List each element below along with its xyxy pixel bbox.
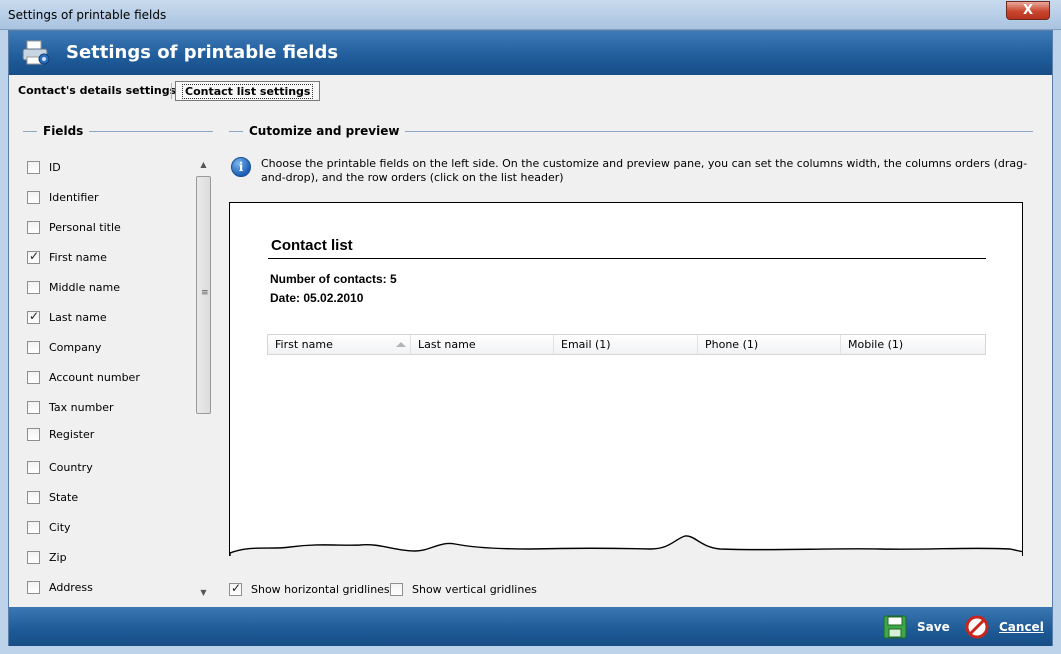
sheet-title-rule — [268, 258, 986, 259]
field-item[interactable]: State — [27, 487, 78, 507]
field-label: State — [49, 490, 79, 504]
field-item[interactable]: Middle name — [27, 277, 120, 297]
close-icon: X — [1022, 3, 1034, 18]
sheet-contact-count: Number of contacts: 5 — [270, 272, 397, 286]
info-text: Choose the printable fields on the left … — [261, 157, 1028, 184]
field-checkbox[interactable] — [27, 370, 40, 384]
printer-settings-icon — [22, 40, 50, 65]
field-checkbox[interactable] — [27, 580, 40, 594]
field-checkbox[interactable] — [27, 220, 40, 234]
field-item[interactable]: Identifier — [27, 187, 99, 207]
cancel-icon — [965, 615, 989, 639]
field-checkbox[interactable] — [27, 550, 40, 564]
field-label: City — [49, 520, 71, 534]
field-item[interactable]: Company — [27, 337, 101, 357]
scroll-down-arrow-icon[interactable]: ▼ — [195, 585, 212, 601]
column-header-first-name[interactable]: First name — [268, 335, 411, 354]
window-titlebar: Settings of printable fields X — [0, 0, 1061, 30]
sheet-date: Date: 05.02.2010 — [270, 291, 364, 305]
preview-sheet: Contact list Number of contacts: 5 Date:… — [229, 202, 1023, 556]
field-label: Address — [49, 580, 93, 594]
vertical-gridlines-label: Show vertical gridlines — [412, 582, 537, 596]
field-item[interactable]: Zip — [27, 547, 67, 567]
column-label: Email (1) — [561, 338, 611, 351]
tab-separator — [171, 83, 172, 99]
torn-paper-edge — [230, 535, 1022, 556]
vertical-gridlines-option[interactable]: Show vertical gridlines — [390, 580, 537, 598]
tab-contact-list-settings[interactable]: Contact list settings — [175, 81, 321, 101]
field-label: Company — [49, 340, 102, 354]
field-label: Tax number — [49, 400, 114, 414]
preview-list-header: First name Last name Email (1) Phone (1)… — [267, 334, 986, 355]
sheet-title: Contact list — [271, 237, 353, 254]
field-item[interactable]: ID — [27, 157, 61, 177]
save-icon — [883, 615, 907, 639]
cancel-label: Cancel — [999, 620, 1044, 634]
fields-scrollbar[interactable]: ▲ ≡ ▼ — [195, 157, 212, 601]
field-item[interactable]: Tax number — [27, 397, 114, 417]
field-label: Register — [49, 427, 95, 441]
dialog-header: Settings of printable fields — [9, 31, 1052, 75]
sort-ascending-icon — [396, 342, 406, 347]
fields-list: ID Identifier Personal title First name Midd… — [23, 157, 199, 601]
vertical-gridlines-checkbox[interactable] — [390, 582, 403, 596]
field-checkbox[interactable] — [27, 520, 40, 534]
column-header-last-name[interactable]: Last name — [411, 335, 554, 354]
column-header-phone[interactable]: Phone (1) — [698, 335, 841, 354]
horizontal-gridlines-label: Show horizontal gridlines — [251, 582, 390, 596]
field-label: Country — [49, 460, 93, 474]
field-item[interactable]: First name — [27, 247, 107, 267]
horizontal-gridlines-checkbox[interactable] — [229, 581, 242, 596]
field-label: First name — [49, 250, 107, 264]
field-checkbox[interactable] — [27, 340, 40, 354]
field-item[interactable]: Last name — [27, 307, 107, 327]
window-title: Settings of printable fields — [8, 8, 167, 22]
column-label: Phone (1) — [705, 338, 759, 351]
field-label: ID — [49, 160, 61, 174]
info-icon: i — [231, 157, 251, 177]
save-button[interactable]: Save — [883, 614, 950, 640]
column-header-email[interactable]: Email (1) — [554, 335, 698, 354]
column-label: First name — [275, 338, 333, 351]
cancel-button[interactable]: Cancel — [965, 614, 1044, 640]
horizontal-gridlines-option[interactable]: Show horizontal gridlines — [229, 580, 390, 598]
field-label: Middle name — [49, 280, 121, 294]
field-checkbox[interactable] — [27, 460, 40, 474]
field-item[interactable]: Address — [27, 577, 93, 597]
field-checkbox[interactable] — [27, 249, 40, 264]
tab-contact-list-label: Contact list settings — [182, 84, 314, 99]
field-item[interactable]: Register — [27, 424, 94, 444]
dialog-title: Settings of printable fields — [66, 42, 339, 63]
field-label: Last name — [49, 310, 107, 324]
tab-contact-details-settings[interactable]: Contact's details settings — [12, 81, 182, 101]
scroll-up-arrow-icon[interactable]: ▲ — [195, 157, 212, 173]
save-label: Save — [917, 620, 950, 634]
field-checkbox[interactable] — [27, 160, 40, 174]
column-label: Mobile (1) — [848, 338, 904, 351]
field-item[interactable]: Personal title — [27, 217, 121, 237]
preview-group-title: Cutomize and preview — [243, 124, 406, 138]
window-close-button[interactable]: X — [1006, 1, 1050, 20]
field-label: Account number — [49, 370, 140, 384]
field-item[interactable]: Account number — [27, 367, 140, 387]
scrollbar-thumb[interactable]: ≡ — [196, 176, 211, 414]
field-item[interactable]: Country — [27, 457, 93, 477]
column-header-mobile[interactable]: Mobile (1) — [841, 335, 985, 354]
field-checkbox[interactable] — [27, 490, 40, 504]
field-checkbox[interactable] — [27, 190, 40, 204]
column-label: Last name — [418, 338, 476, 351]
field-item[interactable]: City — [27, 517, 71, 537]
fields-group-title: Fields — [37, 124, 90, 138]
dialog-footer: Save Cancel — [9, 607, 1052, 646]
field-label: Zip — [49, 550, 67, 564]
field-checkbox[interactable] — [27, 427, 40, 441]
field-label: Identifier — [49, 190, 99, 204]
field-checkbox[interactable] — [27, 309, 40, 324]
dialog-frame: Settings of printable fields Contact's d… — [8, 30, 1053, 646]
field-label: Personal title — [49, 220, 121, 234]
tab-strip: Contact's details settings Contact list … — [9, 77, 1052, 103]
grip-icon: ≡ — [201, 288, 209, 298]
field-checkbox[interactable] — [27, 400, 40, 414]
field-checkbox[interactable] — [27, 280, 40, 294]
